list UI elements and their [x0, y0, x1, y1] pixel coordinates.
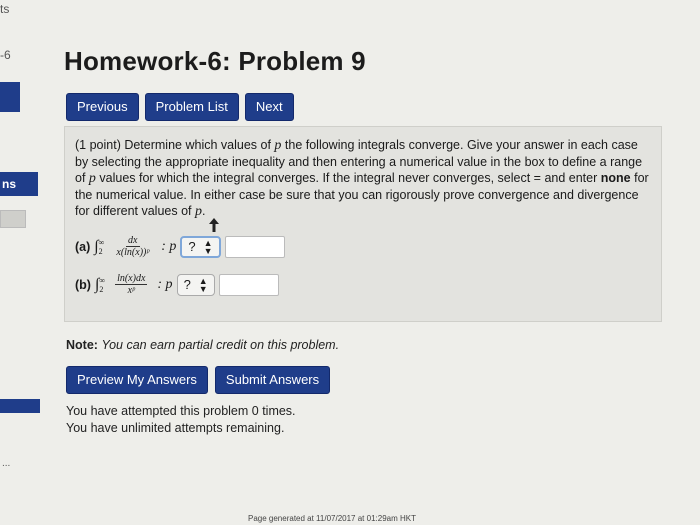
sidebar-sub-text: -6	[0, 48, 11, 62]
part-a-integral: ∫ ∞ 2 dx x(ln(x))ᵖ	[94, 235, 150, 258]
part-b-inequality-select[interactable]: ? ▲ ▼	[176, 273, 215, 296]
next-button[interactable]: Next	[244, 93, 294, 121]
part-a-label: (a)	[75, 239, 91, 254]
answer-actions: Preview My Answers Submit Answers	[66, 366, 331, 394]
part-b-variable: : p	[157, 276, 173, 292]
sidebar-item-label: ns	[2, 177, 17, 191]
sidebar-ellipsis: ...	[2, 458, 11, 469]
sidebar-item[interactable]: ns	[0, 172, 38, 196]
part-b-answer-input[interactable]	[218, 273, 279, 296]
problem-statement: (1 point) Determine which values of p th…	[75, 138, 649, 219]
part-b: (b) ∫ ∞ 2 ln(x)dx xᵖ : p ? ▲ ▼	[75, 273, 279, 296]
mouse-cursor-icon	[209, 218, 219, 232]
page-footer: Page generated at 11/07/2017 at 01:29am …	[248, 514, 416, 523]
attempts-remaining: You have unlimited attempts remaining.	[66, 421, 285, 435]
part-a-answer-input[interactable]	[224, 235, 285, 258]
page-title: Homework-6: Problem 9	[64, 46, 366, 76]
attempts-count: You have attempted this problem 0 times.	[66, 404, 296, 418]
problem-box: (1 point) Determine which values of p th…	[64, 126, 662, 322]
chevron-updown-icon: ▲ ▼	[198, 275, 208, 294]
part-a-variable: : p	[161, 238, 177, 254]
part-a: (a) ∫ ∞ 2 dx x(ln(x))ᵖ : p ? ▲ ▼	[75, 235, 285, 258]
chevron-updown-icon: ▲ ▼	[203, 237, 213, 256]
partial-credit-note: Note: You can earn partial credit on thi…	[66, 338, 340, 352]
problem-nav: Previous Problem List Next	[66, 93, 294, 121]
preview-answers-button[interactable]: Preview My Answers	[66, 366, 208, 394]
attempts-info: You have attempted this problem 0 times.…	[66, 403, 296, 437]
part-a-inequality-select[interactable]: ? ▲ ▼	[180, 235, 221, 258]
previous-button[interactable]: Previous	[66, 93, 139, 121]
sidebar-active-bar[interactable]	[0, 82, 20, 112]
submit-answers-button[interactable]: Submit Answers	[214, 366, 331, 394]
part-b-label: (b)	[75, 277, 91, 292]
problem-list-button[interactable]: Problem List	[144, 93, 239, 121]
sidebar-top-text: ts	[0, 2, 10, 16]
sidebar-bar-lower[interactable]	[0, 399, 40, 413]
sidebar-input[interactable]	[0, 210, 26, 228]
part-b-integral: ∫ ∞ 2 ln(x)dx xᵖ	[94, 273, 148, 296]
